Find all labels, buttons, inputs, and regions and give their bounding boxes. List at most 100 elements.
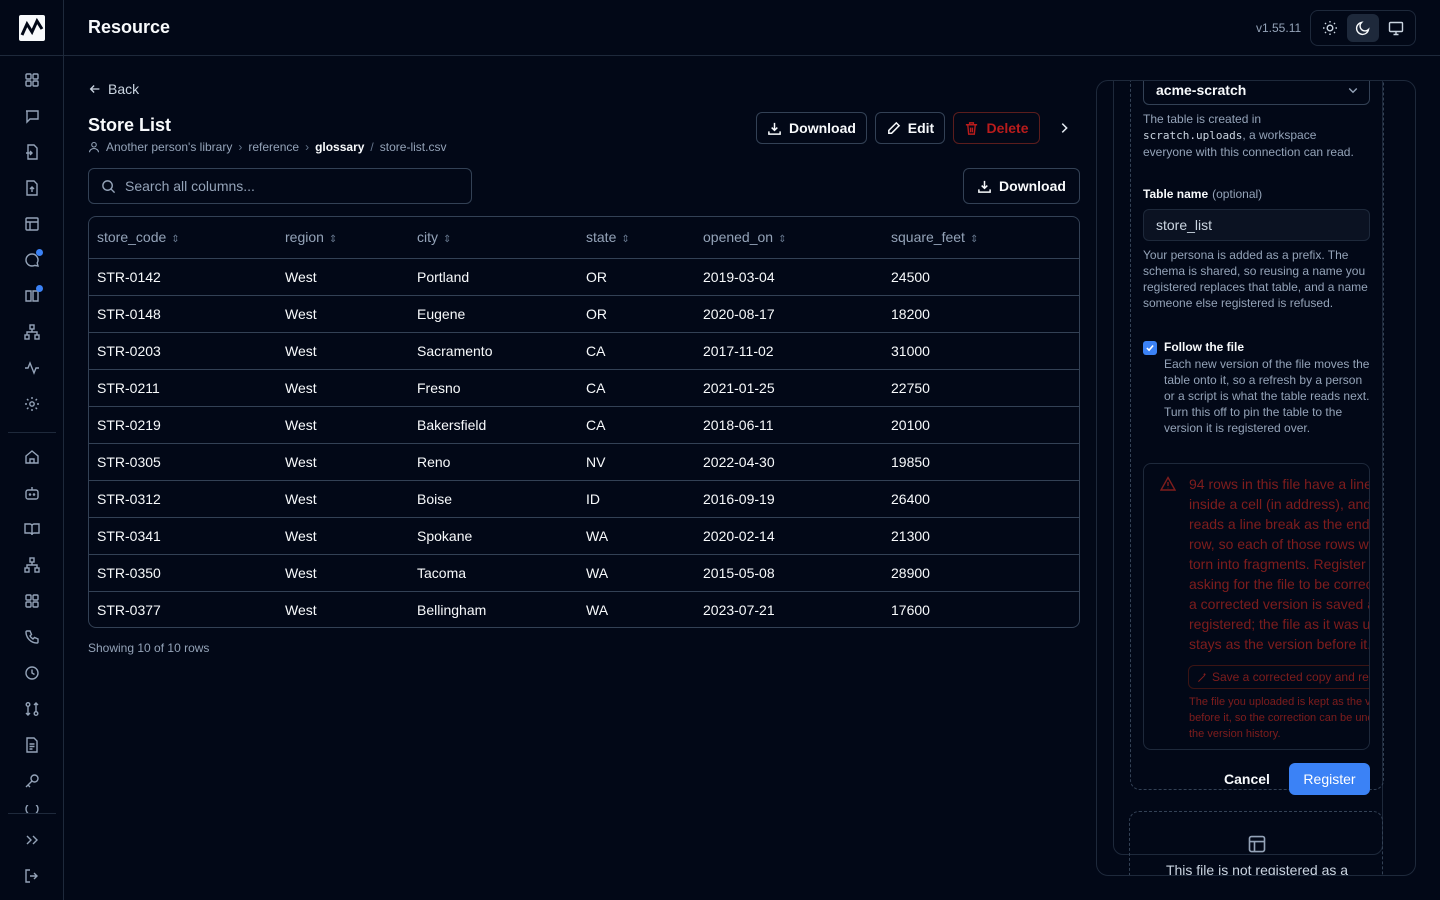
edit-button[interactable]: Edit	[875, 112, 945, 144]
activity-icon[interactable]	[20, 356, 44, 380]
table-cell: Tacoma	[409, 554, 578, 592]
more-icon[interactable]	[20, 805, 44, 813]
message-icon[interactable]	[20, 104, 44, 128]
table-cell: 31000	[883, 332, 1079, 370]
register-panel[interactable]: acme-scratch The table is created in scra…	[1096, 80, 1416, 876]
table-download-button[interactable]: Download	[963, 168, 1080, 204]
table-icon[interactable]	[20, 212, 44, 236]
table-cell: NV	[578, 443, 695, 481]
table-download-label: Download	[999, 178, 1066, 194]
network-icon[interactable]	[20, 553, 44, 577]
table-cell: STR-0377	[97, 601, 161, 618]
column-header[interactable]: square_feet ⇕	[883, 217, 1079, 259]
table-cell: 22750	[883, 369, 1079, 407]
table-cell: Portland	[409, 258, 578, 296]
phone-icon[interactable]	[20, 625, 44, 649]
breadcrumb-current-folder[interactable]: glossary	[315, 140, 364, 154]
table-cell: WA	[578, 517, 695, 555]
logout-icon[interactable]	[20, 864, 44, 888]
table-cell: 2019-03-04	[695, 258, 883, 296]
column-header[interactable]: store_code ⇕	[89, 217, 277, 259]
top-bar: Resource v1.55.11	[64, 0, 1440, 56]
table-cell: Sacramento	[409, 332, 578, 370]
back-link[interactable]: Back	[88, 81, 139, 97]
table-cell: 19850	[883, 443, 1079, 481]
table-cell: 21300	[883, 517, 1079, 555]
not-registered-text: This file is not registered as a	[1165, 862, 1349, 876]
compare-icon[interactable]	[20, 697, 44, 721]
table-cell: CA	[578, 406, 695, 444]
follow-file-checkbox[interactable]	[1143, 341, 1157, 355]
breadcrumb-folder[interactable]: reference	[248, 140, 299, 154]
table-name-help: Your persona is added as a prefix. The s…	[1143, 248, 1368, 310]
grid-icon[interactable]	[20, 68, 44, 92]
table-row: STR-0148 West Eugene OR 2020-08-17 18200	[89, 295, 1079, 333]
chevron-down-icon	[1348, 88, 1358, 94]
check-icon	[1146, 344, 1154, 352]
delete-button[interactable]: Delete	[953, 112, 1040, 144]
table-cell: West	[277, 480, 409, 518]
expand-icon[interactable]	[20, 828, 44, 852]
table-cell: Spokane	[409, 517, 578, 555]
book-icon[interactable]	[20, 284, 44, 308]
cancel-button[interactable]: Cancel	[1215, 763, 1279, 795]
chat-icon[interactable]	[20, 248, 44, 272]
row-count: Showing 10 of 10 rows	[88, 641, 210, 655]
table-cell: Fresno	[409, 369, 578, 407]
table-cell: West	[277, 295, 409, 333]
search-input[interactable]	[125, 178, 455, 194]
wand-icon	[1198, 672, 1206, 682]
sort-icon: ⇕	[328, 234, 338, 246]
bot-icon[interactable]	[20, 481, 44, 505]
settings-icon[interactable]	[20, 392, 44, 416]
warning-note: The file you uploaded is kept as the ver…	[1189, 696, 1369, 740]
light-theme-button[interactable]	[1314, 14, 1345, 42]
key-icon[interactable]	[20, 769, 44, 793]
sort-icon: ⇕	[621, 234, 630, 246]
network-icon[interactable]	[20, 320, 44, 344]
table-cell: West	[277, 258, 409, 296]
sort-icon: ⇕	[443, 234, 452, 246]
trash-icon	[966, 121, 978, 135]
table-cell: WA	[578, 554, 695, 592]
grid-icon[interactable]	[20, 589, 44, 613]
file-upload-icon[interactable]	[20, 176, 44, 200]
app-logo[interactable]	[0, 0, 64, 56]
data-table: store_code ⇕ region ⇕ city ⇕ state ⇕ opened_…	[88, 216, 1080, 628]
chevron-right-icon[interactable]	[1054, 118, 1074, 138]
clock-icon[interactable]	[20, 661, 44, 685]
column-header[interactable]: state ⇕	[578, 217, 695, 259]
home-icon[interactable]	[20, 445, 44, 469]
table-cell: STR-0142	[89, 258, 277, 296]
connection-select[interactable]: acme-scratch	[1143, 81, 1370, 105]
table-cell: 2017-11-02	[695, 332, 883, 370]
column-header[interactable]: region ⇕	[277, 217, 409, 259]
warning-icon	[1160, 476, 1176, 491]
schema-name: scratch.uploads	[1143, 129, 1243, 142]
app-title: Resource	[88, 17, 171, 37]
download-icon	[978, 180, 991, 193]
column-header[interactable]: opened_on ⇕	[695, 217, 883, 259]
table-cell: STR-0312	[89, 480, 277, 518]
document-icon[interactable]	[20, 733, 44, 757]
table-cell: West	[277, 443, 409, 481]
connection-select-value: acme-scratch	[1156, 82, 1247, 98]
table-cell: STR-0219	[89, 406, 277, 444]
table-name-input[interactable]	[1143, 209, 1370, 241]
breadcrumb-library[interactable]: Another person's library	[106, 140, 232, 154]
register-button[interactable]: Register	[1289, 763, 1370, 795]
logo-icon	[19, 14, 45, 41]
download-button[interactable]: Download	[756, 112, 867, 144]
column-header[interactable]: city ⇕	[409, 217, 578, 259]
system-theme-button[interactable]	[1381, 14, 1412, 42]
sun-icon	[1322, 21, 1337, 35]
sort-icon: ⇕	[969, 234, 979, 246]
save-corrected-button[interactable]: Save a corrected copy and register	[1188, 665, 1369, 689]
file-import-icon[interactable]	[20, 140, 44, 164]
table-row: STR-0305 West Reno NV 2022-04-30 19850	[89, 443, 1079, 481]
table-cell: 28900	[883, 554, 1079, 592]
book-open-icon[interactable]	[20, 517, 44, 541]
table-row: STR-0377 West Bellingham WA 2023-07-21 17600	[89, 591, 1079, 627]
warning-text: 94 rows in this file have a line break i…	[1189, 476, 1370, 652]
dark-theme-button[interactable]	[1347, 14, 1379, 42]
